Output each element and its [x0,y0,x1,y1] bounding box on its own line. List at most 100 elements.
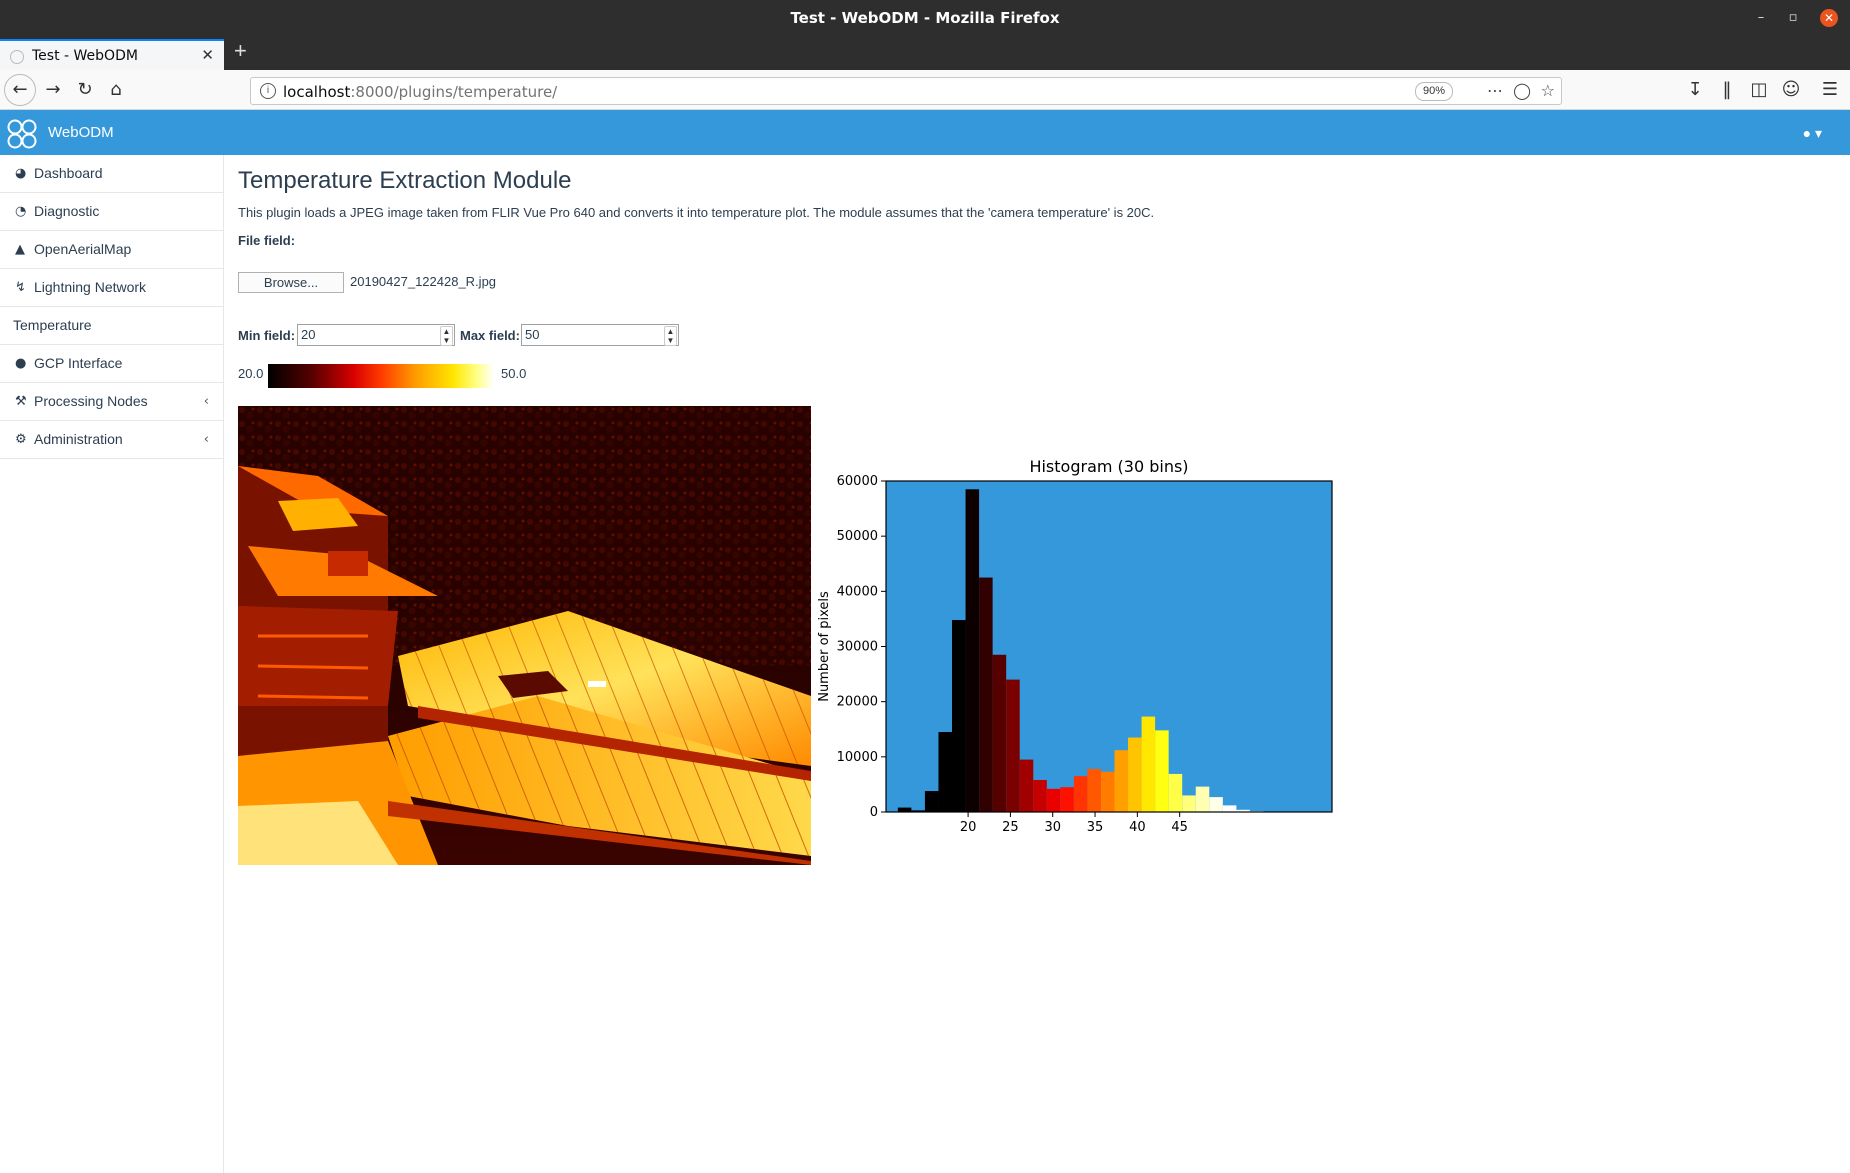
max-field-label: Max field: [460,328,520,343]
selected-file-name: 20190427_122428_R.jpg [350,274,497,289]
user-menu-icon[interactable]: ● ▾ [1803,125,1822,142]
zoom-level-badge[interactable]: 90% [1414,82,1453,101]
sidebar-item-label: Diagnostic [34,203,100,219]
url-text[interactable]: localhost:8000/plugins/temperature/ [283,83,557,101]
sidebar-item-lightning-network[interactable]: ↯ Lightning Network [0,269,223,307]
sidebar-toggle-icon[interactable]: ◫ [1747,78,1771,102]
sidebar-item-label: Dashboard [34,165,103,181]
rocket-icon: ▲ [15,242,25,257]
histogram-bar [1182,795,1196,812]
sidebar-item-label: OpenAerialMap [34,241,132,257]
histogram-bar [952,620,966,812]
page-title: Temperature Extraction Module [238,167,572,194]
dashboard-icon: ◕ [15,166,27,181]
histogram-bar [1087,768,1101,812]
tab-title: Test - WebODM [32,48,138,64]
forward-icon[interactable]: → [41,78,65,102]
y-tick-label: 10000 [837,750,878,765]
thermal-image [238,406,811,865]
x-tick-label: 20 [960,820,977,835]
browser-tab[interactable]: Test - WebODM ✕ [0,39,224,70]
y-axis-label: Number of pixels [817,591,832,702]
sidebar-item-label: Lightning Network [34,279,147,295]
histogram-bar [1168,773,1183,812]
page-actions-icon[interactable]: ⋯ [1487,81,1503,100]
tab-strip: Test - WebODM ✕ + [0,37,1850,70]
histogram-bar [1128,737,1142,812]
histogram-bar [1019,759,1034,812]
histogram-bar [992,654,1007,812]
home-icon[interactable]: ⌂ [104,78,128,102]
chevron-left-icon[interactable]: ‹ [204,383,209,420]
new-tab-icon[interactable]: + [234,39,247,63]
histogram-bar [938,732,953,812]
histogram-svg: 0 10000 20000 30000 40000 50000 60000 20 25 30 35 4… [817,457,1333,852]
window-close-icon[interactable]: ✕ [1820,9,1838,27]
min-field-value: 20 [301,327,316,342]
sidebar-item-openaerialmap[interactable]: ▲ OpenAerialMap [0,231,223,269]
address-bar[interactable]: i localhost:8000/plugins/temperature/ 90… [250,77,1562,105]
x-tick-label: 25 [1002,820,1019,835]
sidebar-item-gcp-interface[interactable]: ● GCP Interface [0,345,223,383]
browse-button[interactable]: Browse... [238,272,344,293]
sidebar-item-dashboard[interactable]: ◕ Dashboard [0,155,223,193]
chart-title: Histogram (30 bins) [1029,457,1188,476]
y-tick-label: 20000 [837,695,878,710]
browser-toolbar: ← → ↻ ⌂ i localhost:8000/plugins/tempera… [0,70,1850,110]
histogram-bar [1033,780,1047,812]
chevron-left-icon[interactable]: ‹ [204,421,209,458]
menu-icon[interactable]: ☰ [1818,78,1842,102]
histogram-bar [1114,750,1129,812]
histogram-bar [1209,797,1223,812]
histogram-bar [979,577,993,812]
min-field-label: Min field: [238,328,296,343]
library-icon[interactable]: ‖ [1715,78,1739,102]
histogram-bar [1141,716,1156,812]
y-tick-label: 60000 [837,474,878,489]
sidebar-item-temperature[interactable]: Temperature [0,307,223,345]
gears-icon: ⚙ [15,432,27,447]
min-field-input[interactable]: 20 ▲ ▼ [297,324,455,346]
y-tick-label: 0 [870,805,878,820]
y-tick-label: 50000 [837,529,878,544]
histogram-bar [1046,788,1061,812]
reload-icon[interactable]: ↻ [73,78,97,102]
sidebar-item-label: Processing Nodes [34,393,148,409]
sidebar-item-diagnostic[interactable]: ◔ Diagnostic [0,193,223,231]
sidebar-item-administration[interactable]: ⚙ Administration ‹ [0,421,223,459]
pocket-icon[interactable]: ◯ [1513,81,1531,100]
minimize-icon[interactable]: – [1752,9,1770,27]
downloads-icon[interactable]: ↧ [1683,78,1707,102]
site-info-icon[interactable]: i [260,83,276,99]
histogram-bar [924,791,939,812]
histogram-bar [1222,805,1237,812]
sidebar: ◕ Dashboard ◔ Diagnostic ▲ OpenAerialMap… [0,155,224,1173]
webodm-logo-icon[interactable] [6,118,38,150]
max-field-value: 50 [525,327,540,342]
y-tick-label: 30000 [837,640,878,655]
window-title: Test - WebODM - Mozilla Firefox [790,9,1060,27]
sidebar-item-processing-nodes[interactable]: ⚒ Processing Nodes ‹ [0,383,223,421]
max-stepper-icon[interactable]: ▲ ▼ [664,326,677,346]
account-icon[interactable]: ☺ [1779,78,1803,102]
favicon-icon [10,50,24,64]
max-field-input[interactable]: 50 ▲ ▼ [521,324,679,346]
temperature-colorbar [268,364,494,388]
colorbar-min-label: 20.0 [238,366,264,381]
url-path: :8000/plugins/temperature/ [350,83,558,101]
x-tick-label: 30 [1044,820,1061,835]
map-marker-icon: ● [15,356,27,371]
back-icon[interactable]: ← [4,74,36,106]
min-stepper-icon[interactable]: ▲ ▼ [440,326,453,346]
file-field-label: File field: [238,233,296,248]
histogram-bar [1073,776,1088,812]
wrench-icon: ⚒ [15,394,27,409]
tab-close-icon[interactable]: ✕ [201,46,214,64]
sidebar-item-label: Temperature [13,317,92,333]
bookmark-star-icon[interactable]: ☆ [1541,81,1555,100]
histogram-bar [897,807,912,812]
x-tick-label: 35 [1087,820,1104,835]
app-brand[interactable]: WebODM [48,124,114,141]
window-titlebar: Test - WebODM - Mozilla Firefox – ▫ ✕ [0,0,1850,37]
restore-icon[interactable]: ▫ [1784,9,1802,27]
